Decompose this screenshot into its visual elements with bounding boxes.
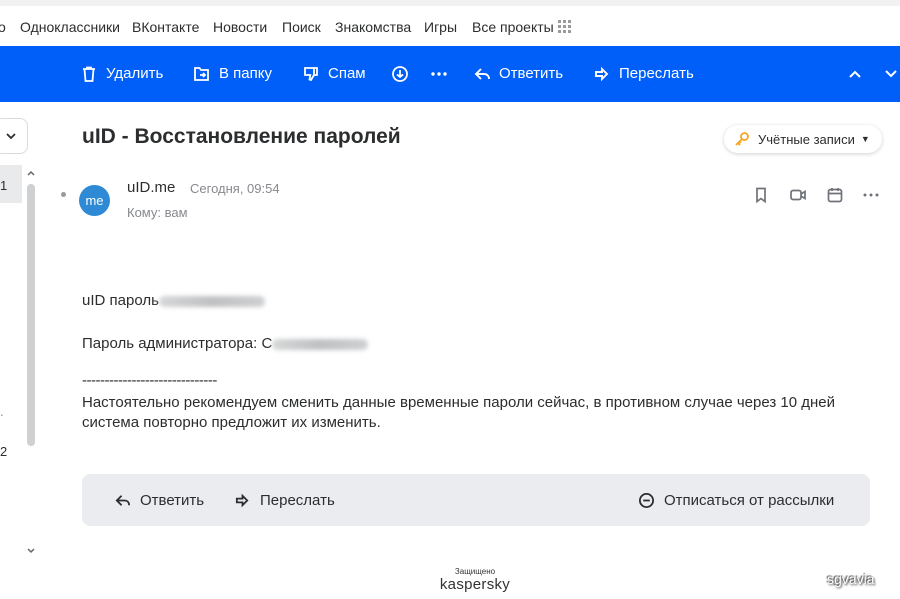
protection-label: Защищено: [454, 567, 496, 576]
body-text-user-password: uID пароль: [82, 292, 159, 309]
letter-date: Сегодня, 09:54: [190, 181, 280, 196]
list-scrollbar[interactable]: [24, 168, 38, 558]
portal-nav-all-projects[interactable]: Все проекты: [472, 19, 554, 35]
folder-badge[interactable]: Учётные записи ▼: [724, 125, 882, 153]
calendar-icon: [827, 188, 843, 203]
portal-nav-games[interactable]: Игры: [424, 19, 457, 35]
letter-more-button[interactable]: [862, 186, 882, 206]
scroll-down-icon[interactable]: [26, 546, 36, 556]
folder-move-icon: [194, 67, 209, 81]
portal-nav-vkontakte[interactable]: ВКонтакте: [132, 19, 199, 35]
forward-label: Переслать: [619, 65, 694, 82]
more-dots-icon: [431, 72, 447, 76]
portal-nav-odnoklassniki[interactable]: Одноклассники: [20, 19, 120, 35]
download-button[interactable]: [391, 46, 417, 102]
video-camera-icon: [790, 189, 806, 201]
delete-label: Удалить: [106, 65, 164, 82]
spam-button[interactable]: Спам: [302, 46, 366, 102]
apps-grid-icon[interactable]: [558, 20, 573, 35]
reply-button[interactable]: Ответить: [473, 46, 563, 102]
body-separator: ------------------------------: [82, 372, 217, 389]
footer-reply-label: Ответить: [140, 491, 205, 509]
selected-count: 1: [0, 178, 8, 193]
body-line-user-password: uID пароль: [82, 292, 265, 309]
body-line-admin-password: Пароль администратора: С: [82, 335, 369, 352]
folder-badge-label: Учётные записи: [758, 131, 855, 147]
letter-subject: uID - Восстановление паролей: [82, 125, 401, 148]
footer-forward-button[interactable]: Переслать: [234, 474, 335, 526]
chevron-down-icon: [6, 133, 16, 140]
more-dots-icon: [863, 193, 879, 197]
minus-circle-icon: [638, 492, 655, 508]
move-to-folder-button[interactable]: В папку: [193, 46, 272, 102]
footer-reply-button[interactable]: Ответить: [114, 474, 204, 526]
read-status-dot[interactable]: [61, 192, 66, 197]
footer-forward-label: Переслать: [260, 491, 335, 509]
calendar-button[interactable]: [826, 186, 846, 206]
bookmark-icon: [756, 187, 766, 204]
portal-navigation: o Одноклассники ВКонтакте Новости Поиск …: [0, 6, 900, 46]
body-line-recommendation-2: система повторно предложит их изменить.: [82, 414, 381, 431]
portal-nav-search[interactable]: Поиск: [282, 19, 321, 35]
download-circle-icon: [392, 66, 408, 82]
delete-button[interactable]: Удалить: [80, 46, 163, 102]
scroll-thumb[interactable]: [27, 184, 35, 446]
kaspersky-protection: Защищено kaspersky: [420, 567, 530, 594]
move-to-folder-label: В папку: [219, 65, 272, 82]
forward-arrow-icon: [595, 66, 609, 82]
reply-label: Ответить: [499, 65, 564, 82]
bookmark-button[interactable]: [752, 186, 772, 206]
forward-button[interactable]: Переслать: [593, 46, 694, 102]
reply-arrow-icon: [115, 494, 131, 506]
list-item-count: 2: [0, 444, 8, 459]
caret-down-icon: ▼: [860, 134, 870, 144]
portal-nav-dating[interactable]: Знакомства: [335, 19, 411, 35]
more-button[interactable]: [430, 46, 456, 102]
letter-toolbar: Удалить В папку Спам Ответить Переслать: [0, 46, 900, 102]
spam-label: Спам: [328, 65, 366, 82]
body-line-recommendation: Настоятельно рекомендуем сменить данные …: [82, 394, 835, 411]
next-letter-button[interactable]: [882, 46, 900, 102]
folder-dropdown-button[interactable]: [0, 118, 28, 154]
list-item-mark: .: [0, 404, 4, 419]
redacted-password: [158, 295, 265, 307]
recipient: Кому: вам: [127, 205, 188, 220]
thumb-down-icon: [304, 67, 318, 82]
unsubscribe-label: Отписаться от рассылки: [664, 491, 835, 509]
sender-name[interactable]: uID.me: [127, 179, 175, 196]
portal-nav-cut: o: [0, 19, 6, 35]
watermark: sgvavia: [827, 571, 875, 587]
portal-nav-news[interactable]: Новости: [213, 19, 267, 35]
unsubscribe-button[interactable]: Отписаться от рассылки: [638, 474, 834, 526]
video-call-button[interactable]: [789, 186, 809, 206]
chevron-down-icon: [885, 70, 897, 78]
redacted-admin-password: [272, 338, 369, 350]
previous-letter-button[interactable]: [846, 46, 872, 102]
reply-arrow-icon: [474, 68, 490, 80]
letter-footer-actions: Ответить Переслать Отписаться от рассылк…: [82, 474, 870, 526]
chevron-up-icon: [849, 70, 861, 78]
sender-avatar[interactable]: me: [79, 185, 110, 216]
body-text-admin-password: Пароль администратора: С: [82, 335, 273, 352]
trash-icon: [83, 66, 95, 82]
kaspersky-logo: kaspersky: [439, 576, 511, 593]
key-icon: [735, 132, 749, 146]
message-list-column: 1 . 2: [0, 102, 40, 599]
forward-arrow-icon: [235, 493, 249, 507]
scroll-up-icon[interactable]: [26, 168, 36, 178]
